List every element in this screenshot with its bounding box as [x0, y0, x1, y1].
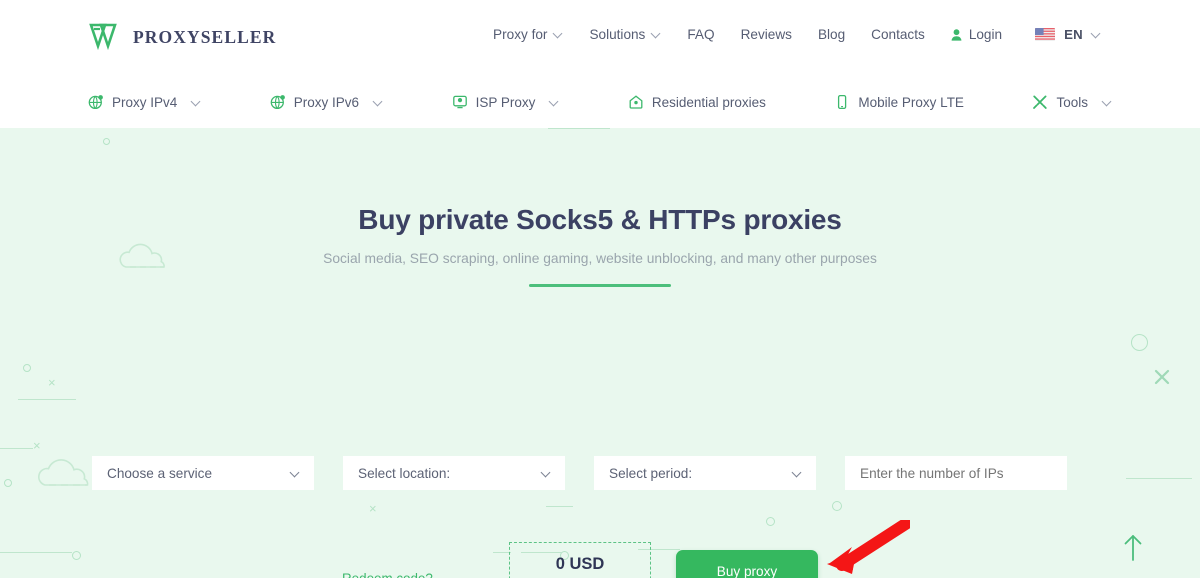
subnav-label: Tools [1056, 94, 1088, 110]
decor-circle [4, 479, 12, 487]
close-x-icon[interactable] [1153, 368, 1171, 386]
chevron-down-icon [1092, 30, 1101, 39]
page-subtitle: Social media, SEO scraping, online gamin… [323, 251, 877, 266]
period-select[interactable]: Select period: [594, 456, 816, 490]
nav-label: Proxy for [493, 27, 548, 42]
nav-item-reviews[interactable]: Reviews [728, 27, 805, 42]
subnav-label: ISP Proxy [475, 94, 536, 110]
decor-circle [103, 138, 110, 145]
scroll-to-top-icon[interactable] [1122, 532, 1144, 562]
primary-nav: Proxy for Solutions FAQ Reviews Blog Con… [480, 27, 1114, 42]
mobile-icon [838, 94, 847, 110]
decor-x: × [48, 375, 56, 390]
nav-item-faq[interactable]: FAQ [674, 27, 727, 42]
server-icon [452, 95, 467, 109]
subnav-item-mobile-proxy-lte[interactable]: Mobile Proxy LTE [834, 94, 964, 110]
chevron-down-icon [542, 469, 551, 478]
subnav-label: Proxy IPv4 [112, 94, 178, 110]
period-select-value: Select period: [609, 465, 693, 481]
chevron-down-icon [652, 30, 661, 39]
subnav-item-residential-proxies[interactable]: Residential proxies [628, 94, 766, 110]
subnav-item-tools[interactable]: Tools [1032, 94, 1112, 110]
nav-label: Solutions [589, 27, 646, 42]
decor-x: × [369, 501, 377, 516]
hero-content: Buy private Socks5 & HTTPs proxies Socia… [0, 204, 1200, 287]
nav-item-proxy-for[interactable]: Proxy for [480, 27, 576, 42]
decor-line [0, 448, 33, 450]
subnav-item-isp-proxy[interactable]: ISP Proxy [452, 94, 560, 110]
chevron-down-icon [554, 30, 563, 39]
login-label: Login [968, 27, 1003, 42]
globe-icon [88, 95, 103, 110]
site-header: PROXYSELLER Proxy for Solutions FAQ Revi… [0, 0, 1200, 77]
location-select[interactable]: Select location: [343, 456, 565, 490]
language-label: EN [1064, 27, 1083, 42]
decor-line [548, 128, 610, 130]
chevron-down-icon [793, 469, 802, 478]
subnav-label: Mobile Proxy LTE [858, 94, 964, 110]
nav-item-contacts[interactable]: Contacts [858, 27, 938, 42]
ip-count-input[interactable] [845, 456, 1067, 490]
user-icon [951, 28, 962, 41]
order-actions: Redeem code? 0 USD 0 USD/IPs Buy proxy [0, 538, 1200, 578]
decor-x: × [33, 438, 41, 453]
decor-line [1126, 478, 1192, 480]
secondary-header: Proxy IPv4 Proxy IPv6 ISP Proxy Resident… [0, 76, 1200, 128]
buy-proxy-button[interactable]: Buy proxy [676, 550, 818, 578]
title-underline [529, 284, 671, 287]
language-selector[interactable]: EN [1015, 27, 1114, 42]
hero-section: × × × Buy private Socks5 & HTTPs proxies… [0, 128, 1200, 578]
chevron-down-icon [550, 98, 559, 107]
brand-name: PROXYSELLER [133, 26, 277, 47]
chevron-down-icon [1103, 98, 1112, 107]
home-icon [629, 95, 643, 109]
redeem-code-link[interactable]: Redeem code? [342, 571, 433, 578]
us-flag-icon [1035, 28, 1056, 41]
decor-circle [23, 364, 31, 372]
product-nav: Proxy IPv4 Proxy IPv6 ISP Proxy Resident… [88, 76, 1112, 128]
subnav-item-proxy-ipv4[interactable]: Proxy IPv4 [88, 94, 201, 110]
proxyseller-logo-icon [89, 23, 117, 51]
price-total: 0 USD [555, 554, 605, 573]
chevron-down-icon [192, 98, 201, 107]
tools-icon [1033, 95, 1048, 109]
nav-item-solutions[interactable]: Solutions [576, 27, 674, 42]
globe-icon [270, 95, 285, 110]
page-title: Buy private Socks5 & HTTPs proxies [358, 204, 842, 235]
decor-line [546, 506, 573, 508]
decor-line [18, 399, 76, 401]
decor-circle [1131, 334, 1148, 351]
subnav-label: Residential proxies [651, 94, 766, 110]
brand-logo[interactable]: PROXYSELLER [88, 20, 276, 54]
chevron-down-icon [374, 98, 383, 107]
page-root: PROXYSELLER Proxy for Solutions FAQ Revi… [0, 0, 1200, 578]
decor-circle [832, 501, 842, 511]
service-select[interactable]: Choose a service [92, 456, 314, 490]
subnav-label: Proxy IPv6 [293, 94, 360, 110]
order-form: Choose a service Select location: Select… [92, 456, 1067, 490]
chevron-down-icon [291, 469, 300, 478]
price-summary: 0 USD 0 USD/IPs [509, 542, 651, 578]
service-select-value: Choose a service [107, 465, 213, 481]
nav-item-blog[interactable]: Blog [805, 27, 858, 42]
location-select-value: Select location: [358, 465, 451, 481]
decor-circle [766, 517, 775, 526]
login-button[interactable]: Login [938, 27, 1015, 42]
subnav-item-proxy-ipv6[interactable]: Proxy IPv6 [270, 94, 383, 110]
